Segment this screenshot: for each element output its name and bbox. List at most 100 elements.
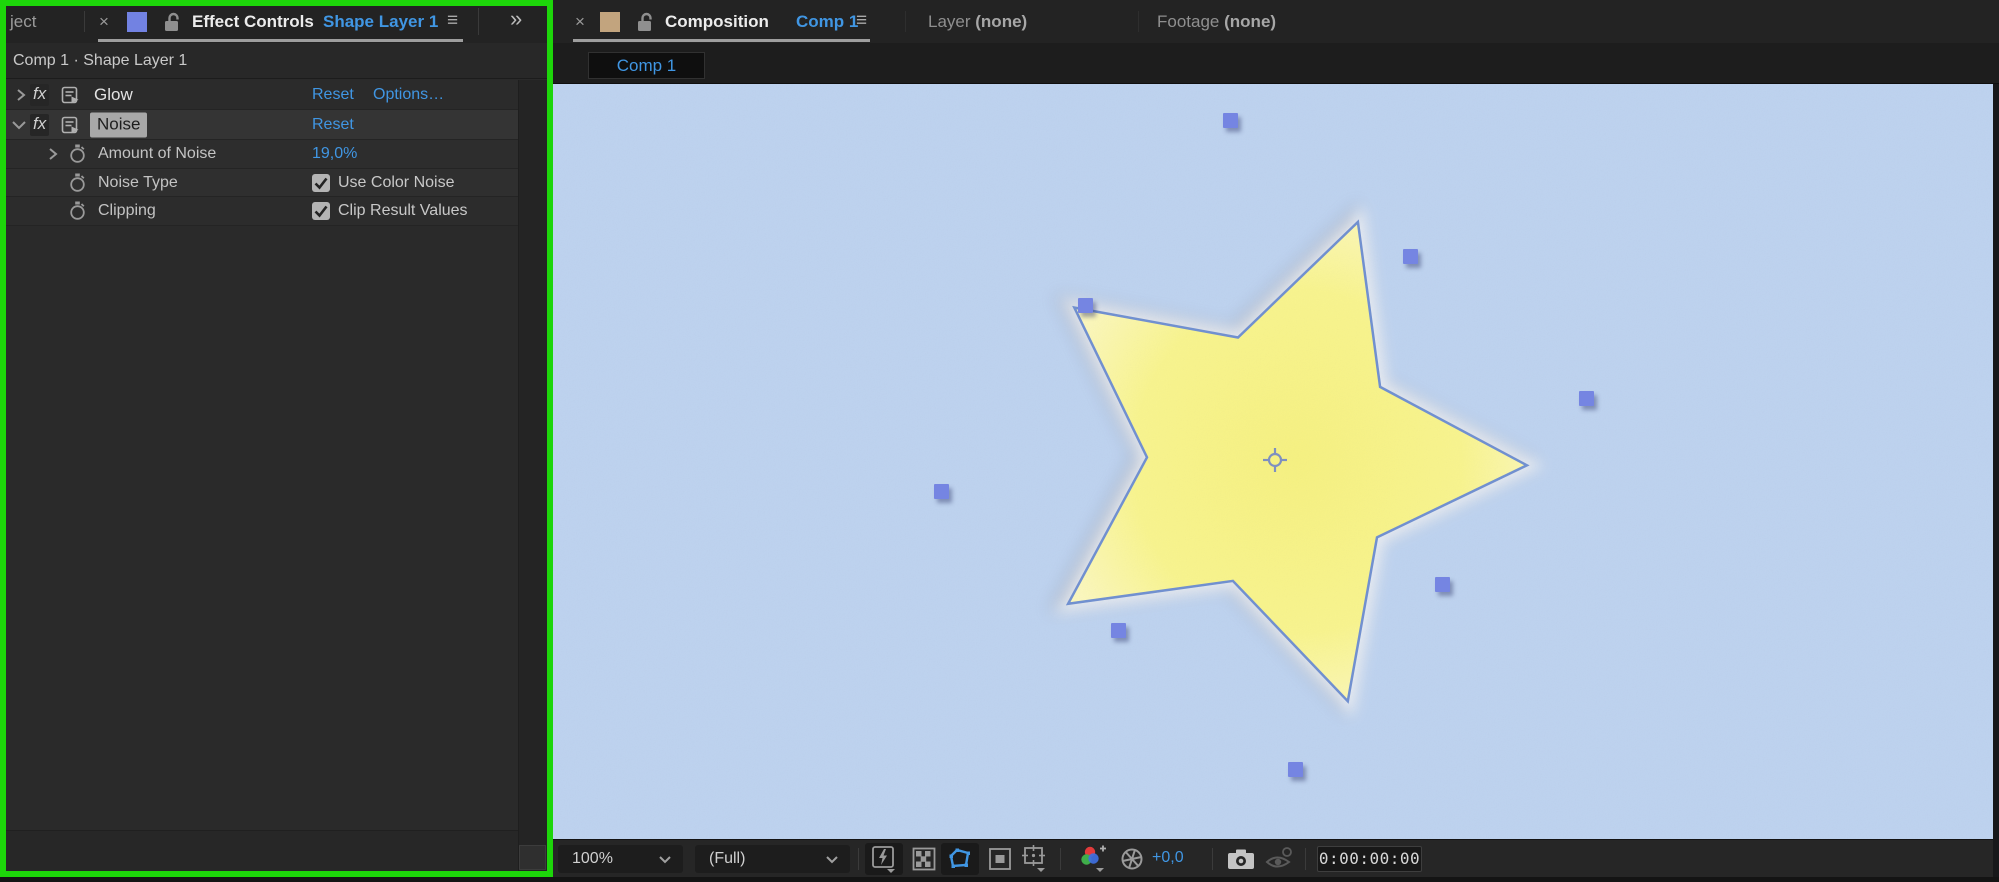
effect-name[interactable]: Glow [94, 85, 133, 105]
grid-guide-options-button[interactable] [1016, 843, 1054, 875]
tab-label: Footage [1157, 12, 1220, 31]
transparency-grid-button[interactable] [905, 843, 943, 875]
layer-selection-handle[interactable] [1078, 298, 1093, 313]
composition-panel: × Composition Comp 1 ≡ Layer (none) Foot… [553, 0, 1999, 882]
unlock-icon[interactable] [163, 11, 181, 33]
chevron-down-icon [659, 856, 671, 864]
camera-icon [1228, 849, 1254, 869]
effect-controls-target-layer[interactable]: Shape Layer 1 [323, 12, 438, 32]
stopwatch-icon[interactable] [68, 144, 88, 165]
panel-overflow-icon[interactable]: » [510, 6, 522, 32]
magnification-dropdown[interactable]: 100% [558, 845, 683, 873]
tab-separator [905, 11, 906, 32]
window-bottom-edge [553, 877, 1999, 882]
region-of-interest-icon [989, 848, 1011, 870]
tab-label: Layer [928, 12, 971, 31]
panel-bottom-area [6, 830, 518, 872]
checkbox-label: Clip Result Values [338, 202, 468, 219]
stopwatch-icon[interactable] [68, 201, 88, 222]
effect-icon [61, 116, 79, 133]
checkmark-icon [314, 205, 328, 218]
scrollbar-track[interactable] [518, 80, 547, 871]
layer-selection-handle[interactable] [1223, 113, 1238, 128]
composition-tabbar: × Composition Comp 1 ≡ Layer (none) Foot… [553, 0, 1999, 43]
panel-menu-icon[interactable]: ≡ [447, 10, 458, 32]
options-link[interactable]: Options… [373, 86, 444, 104]
reset-exposure-button[interactable] [1113, 843, 1151, 875]
show-snapshot-button[interactable] [1261, 843, 1299, 875]
property-row-amount-of-noise[interactable]: Amount of Noise 19,0% [6, 140, 518, 169]
close-icon[interactable]: × [99, 12, 109, 32]
viewer-toolbar: 100% (Full) +0,0 0:00:00:00 [553, 839, 1999, 877]
reset-link[interactable]: Reset [312, 86, 354, 104]
property-row-noise-type[interactable]: Noise Type Use Color Noise [6, 169, 518, 197]
region-of-interest-button[interactable] [981, 843, 1019, 875]
chevron-right-icon[interactable] [14, 88, 28, 102]
layer-selection-handle[interactable] [1288, 762, 1303, 777]
exposure-value[interactable]: +0,0 [1152, 849, 1184, 867]
resolution-dropdown[interactable]: (Full) [695, 845, 850, 873]
toolbar-separator [1060, 848, 1061, 870]
lightning-icon [872, 846, 895, 873]
clip-result-values-checkbox[interactable] [312, 202, 330, 220]
chevron-right-icon[interactable] [46, 147, 60, 161]
tab-footage[interactable]: Footage (none) [1157, 12, 1276, 32]
toolbar-separator [1212, 848, 1213, 870]
layer-selection-handle[interactable] [1435, 577, 1450, 592]
mask-shape-icon [949, 848, 970, 868]
checkerboard-icon [912, 847, 936, 871]
chevron-down-icon [826, 856, 838, 864]
property-row-clipping[interactable]: Clipping Clip Result Values [6, 197, 518, 226]
tab-separator [1138, 11, 1139, 32]
layer-selection-handle[interactable] [1579, 391, 1594, 406]
effect-row-glow[interactable]: fx Glow Reset Options… [6, 80, 518, 110]
property-name: Amount of Noise [98, 145, 217, 162]
magnification-value: 100% [572, 850, 613, 867]
active-tab-underline [573, 39, 870, 42]
composition-tab-title[interactable]: Composition [665, 12, 769, 32]
property-value[interactable]: 19,0% [312, 145, 357, 163]
use-color-noise-checkbox[interactable] [312, 173, 330, 192]
stopwatch-icon[interactable] [68, 172, 88, 193]
breadcrumb-text: Comp 1 · Shape Layer 1 [13, 52, 188, 69]
layer-selection-handle[interactable] [1111, 623, 1126, 638]
viewer-tab-comp1[interactable]: Comp 1 [588, 52, 705, 79]
snapshot-eye-icon [1265, 847, 1292, 868]
panel-resize-grip[interactable] [519, 845, 546, 870]
take-snapshot-button[interactable] [1222, 843, 1260, 875]
panel-menu-icon[interactable]: ≡ [856, 10, 867, 32]
tab-layer[interactable]: Layer (none) [928, 12, 1027, 32]
resolution-value: (Full) [709, 850, 746, 867]
rgb-channels-icon [1081, 845, 1106, 872]
aperture-icon [1121, 848, 1143, 870]
reset-link[interactable]: Reset [312, 116, 354, 134]
layer-selection-handle[interactable] [1403, 249, 1418, 264]
effect-icon [61, 86, 79, 103]
effect-controls-tabbar: ject × Effect Controls Shape Layer 1 ≡ » [0, 0, 553, 43]
effect-row-noise[interactable]: fx Noise Reset [6, 110, 518, 140]
layer-selection-handle[interactable] [934, 484, 949, 499]
checkmark-icon [314, 177, 328, 189]
panel-color-swatch [127, 12, 147, 32]
close-icon[interactable]: × [575, 12, 585, 32]
effect-controls-panel: ject × Effect Controls Shape Layer 1 ≡ »… [0, 0, 553, 877]
tab-separator [84, 11, 85, 32]
active-tab-underline [98, 39, 463, 42]
composition-target-comp[interactable]: Comp 1 [796, 12, 858, 32]
effect-controls-tab-title[interactable]: Effect Controls [192, 12, 314, 32]
channel-settings-button[interactable] [1074, 843, 1112, 875]
fx-toggle[interactable]: fx [30, 83, 50, 106]
tab-suffix: (none) [975, 12, 1028, 31]
effect-name-selected[interactable]: Noise [90, 112, 148, 137]
composition-viewport[interactable] [553, 84, 1999, 839]
fast-previews-button[interactable] [865, 843, 903, 875]
mask-path-visibility-button[interactable] [941, 843, 979, 875]
current-time-display[interactable]: 0:00:00:00 [1317, 846, 1422, 872]
panel-empty-area [6, 226, 518, 830]
chevron-down-icon[interactable] [11, 118, 27, 132]
fx-toggle[interactable]: fx [30, 113, 50, 136]
toolbar-separator [858, 848, 859, 870]
project-tab-fragment[interactable]: ject [10, 12, 36, 32]
unlock-icon[interactable] [636, 11, 654, 33]
anchor-point-icon[interactable] [1262, 447, 1288, 473]
